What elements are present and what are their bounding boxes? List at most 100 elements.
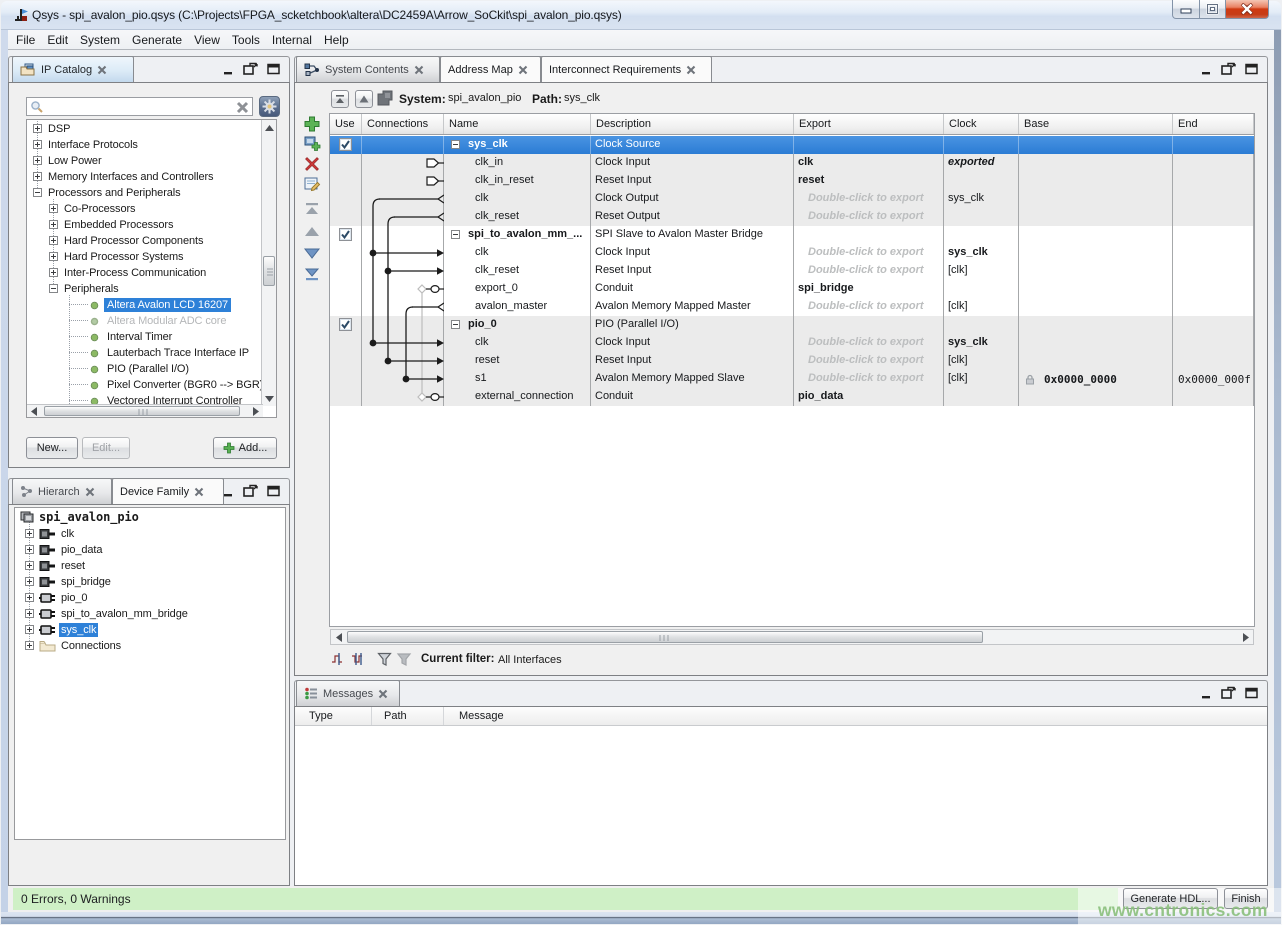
menu-generate[interactable]: Generate xyxy=(126,31,188,49)
ip-tree-item[interactable]: Lauterbach Trace Interface IP xyxy=(27,345,276,361)
cell-base[interactable]: 0x0000_0000 xyxy=(1044,373,1117,386)
column-header-name[interactable]: Name xyxy=(444,114,591,134)
move-top-button[interactable] xyxy=(303,201,321,219)
column-header-description[interactable]: Description xyxy=(591,114,794,134)
hierarchy-item-reset[interactable]: reset xyxy=(15,558,285,574)
hscroll-thumb[interactable] xyxy=(44,406,240,416)
use-checkbox[interactable] xyxy=(339,318,352,331)
column-header-base[interactable]: Base xyxy=(1019,114,1173,134)
cell-clock[interactable]: sys_clk xyxy=(948,336,988,348)
add-component-button[interactable] xyxy=(303,115,321,133)
cell-clock[interactable]: [clk] xyxy=(948,264,968,276)
cell-export-placeholder[interactable]: Double-click to export xyxy=(808,372,924,384)
ip-tree-item[interactable]: Embedded Processors xyxy=(27,217,276,233)
table-row[interactable]: resetReset InputDouble-click to export[c… xyxy=(330,352,1254,370)
expand-box-icon[interactable] xyxy=(25,625,34,634)
tab-interconnect-requirements[interactable]: Interconnect Requirements xyxy=(541,56,712,82)
menu-edit[interactable]: Edit xyxy=(41,31,74,49)
scroll-left-arrow[interactable] xyxy=(331,630,346,644)
tab-system-contents-close-icon[interactable] xyxy=(414,65,424,75)
signal-filter-icon[interactable] xyxy=(351,651,367,667)
cell-export-placeholder[interactable]: Double-click to export xyxy=(808,300,924,312)
menu-file[interactable]: File xyxy=(10,31,41,49)
scroll-right-arrow[interactable] xyxy=(1238,630,1253,644)
scroll-left-arrow[interactable] xyxy=(27,405,41,417)
cell-export[interactable]: pio_data xyxy=(798,390,843,402)
move-up-button[interactable] xyxy=(355,90,373,108)
panel-float-icon[interactable] xyxy=(1221,686,1236,699)
use-checkbox[interactable] xyxy=(339,228,352,241)
cell-clock[interactable]: [clk] xyxy=(948,354,968,366)
new-button[interactable]: New... xyxy=(26,437,78,459)
table-row[interactable]: clk_resetReset InputDouble-click to expo… xyxy=(330,262,1254,280)
close-button[interactable] xyxy=(1225,0,1269,19)
expand-box-icon[interactable] xyxy=(25,641,34,650)
column-header-end[interactable]: End xyxy=(1173,114,1254,134)
move-top-button[interactable] xyxy=(331,90,349,108)
collapse-box-icon[interactable] xyxy=(451,320,460,329)
table-row[interactable]: spi_to_avalon_mm_...SPI Slave to Avalon … xyxy=(330,226,1254,244)
menu-system[interactable]: System xyxy=(74,31,126,49)
cell-export-placeholder[interactable]: Double-click to export xyxy=(808,336,924,348)
panel-float-icon[interactable] xyxy=(243,62,258,75)
ip-settings-button[interactable] xyxy=(259,96,280,117)
collapse-box-icon[interactable] xyxy=(33,188,42,197)
connections-diagram[interactable] xyxy=(362,136,444,408)
panel-maximize-icon[interactable] xyxy=(267,63,280,75)
menu-tools[interactable]: Tools xyxy=(226,31,266,49)
tab-ip-catalog[interactable]: IP Catalog xyxy=(12,56,134,82)
expand-box-icon[interactable] xyxy=(33,172,42,181)
scroll-down-arrow[interactable] xyxy=(262,391,277,406)
ip-tree-item[interactable]: Peripherals xyxy=(27,281,276,297)
table-row[interactable]: avalon_masterAvalon Memory Mapped Master… xyxy=(330,298,1254,316)
table-row[interactable]: sys_clkClock Source xyxy=(330,136,1254,154)
lock-icon[interactable] xyxy=(1025,374,1035,385)
table-hscrollbar[interactable] xyxy=(330,629,1254,645)
cell-export[interactable]: spi_bridge xyxy=(798,282,854,294)
ip-tree-item[interactable]: PIO (Parallel I/O) xyxy=(27,361,276,377)
table-row[interactable]: pio_0PIO (Parallel I/O) xyxy=(330,316,1254,334)
table-row[interactable]: clkClock OutputDouble-click to exportsys… xyxy=(330,190,1254,208)
table-row[interactable]: clk_in_resetReset Inputreset xyxy=(330,172,1254,190)
expand-box-icon[interactable] xyxy=(33,124,42,133)
cell-export-placeholder[interactable]: Double-click to export xyxy=(808,210,924,222)
hierarchy-item-spi_avalon_pio[interactable]: spi_avalon_pio xyxy=(15,510,285,526)
ip-tree-item[interactable]: Altera Avalon LCD 16207 xyxy=(27,297,276,313)
ip-tree-item[interactable]: Low Power xyxy=(27,153,276,169)
edit-button[interactable]: Edit... xyxy=(82,437,130,459)
panel-maximize-icon[interactable] xyxy=(267,485,280,497)
table-row[interactable]: external_connectionConduitpio_data xyxy=(330,388,1254,406)
hierarchy-item-spi_to_avalon_mm_bridge[interactable]: spi_to_avalon_mm_bridge xyxy=(15,606,285,622)
use-checkbox[interactable] xyxy=(339,138,352,151)
cell-export-placeholder[interactable]: Double-click to export xyxy=(808,192,924,204)
cell-export-placeholder[interactable]: Double-click to export xyxy=(808,264,924,276)
tab-interconnect-requirements-close-icon[interactable] xyxy=(686,65,696,75)
panel-minimize-icon[interactable] xyxy=(223,485,234,497)
tab-address-map-close-icon[interactable] xyxy=(518,65,528,75)
panel-maximize-icon[interactable] xyxy=(1245,63,1258,75)
table-row[interactable]: s1Avalon Memory Mapped SlaveDouble-click… xyxy=(330,370,1254,388)
column-header-use[interactable]: Use xyxy=(330,114,362,134)
cell-clock[interactable]: sys_clk xyxy=(948,246,988,258)
hscroll-thumb[interactable] xyxy=(347,631,983,643)
ip-tree-item[interactable]: Hard Processor Systems xyxy=(27,249,276,265)
add-button[interactable]: Add... xyxy=(213,437,277,459)
hierarchy-item-pio_0[interactable]: pio_0 xyxy=(15,590,285,606)
tab-device-family-close-icon[interactable] xyxy=(194,487,204,497)
cell-export-placeholder[interactable]: Double-click to export xyxy=(808,354,924,366)
tab-hierarchy[interactable]: Hierarch xyxy=(12,478,112,504)
clock-crossing-icon[interactable] xyxy=(331,651,347,667)
expand-box-icon[interactable] xyxy=(49,268,58,277)
table-row[interactable]: clk_resetReset OutputDouble-click to exp… xyxy=(330,208,1254,226)
expand-box-icon[interactable] xyxy=(25,593,34,602)
menu-view[interactable]: View xyxy=(188,31,226,49)
scroll-right-arrow[interactable] xyxy=(249,405,263,417)
ip-tree-item[interactable]: Memory Interfaces and Controllers xyxy=(27,169,276,185)
table-row[interactable]: clk_inClock Inputclkexported xyxy=(330,154,1254,172)
move-up-button[interactable] xyxy=(303,223,321,241)
ip-tree-item[interactable]: Co-Processors xyxy=(27,201,276,217)
panel-float-icon[interactable] xyxy=(1221,62,1236,75)
cell-clock[interactable]: [clk] xyxy=(948,300,968,312)
expand-box-icon[interactable] xyxy=(25,609,34,618)
tab-hierarchy-close-icon[interactable] xyxy=(85,487,95,497)
